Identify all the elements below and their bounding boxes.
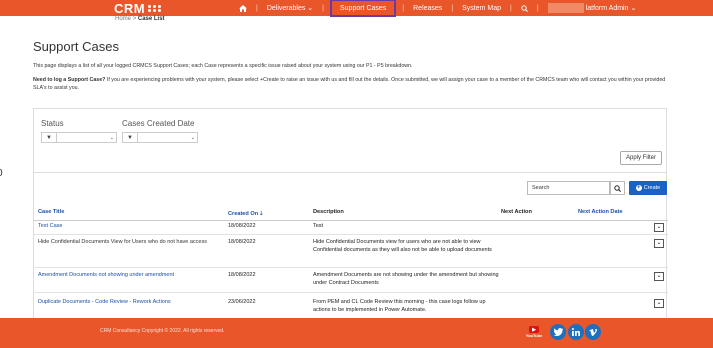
- home-icon[interactable]: [236, 0, 250, 16]
- nav-search-icon[interactable]: [518, 0, 531, 16]
- status-filter-select[interactable]: ▼ ⌄: [41, 132, 117, 143]
- col-description: Description: [313, 209, 344, 215]
- nav-releases[interactable]: Releases: [410, 0, 445, 16]
- user-menu[interactable]: latform Admin ⌄: [545, 0, 640, 16]
- search-button[interactable]: [610, 181, 625, 195]
- col-next-action-date[interactable]: Next Action Date: [578, 209, 623, 215]
- col-created-on[interactable]: Created On 🡓: [228, 209, 263, 219]
- logo-dots-icon: [148, 4, 162, 12]
- table-header: Case Title Created On 🡓 Description Next…: [34, 207, 668, 221]
- date-filter-label: Cases Created Date: [122, 119, 195, 128]
- footer: CRM Consultancy Copyright © 2022. All ri…: [0, 318, 713, 348]
- twitter-icon[interactable]: [550, 324, 566, 340]
- case-title-link[interactable]: Hide Confidential Documents View for Use…: [38, 239, 218, 247]
- case-description: Hide Confidential Documents view for use…: [313, 239, 492, 253]
- page-instructions: Need to log a Support Case? If you are e…: [33, 77, 673, 92]
- case-created-date: 18/08/2022: [228, 223, 256, 229]
- breadcrumb-separator: >: [132, 16, 137, 22]
- create-label: Create: [643, 185, 661, 191]
- table-row: Hide Confidential Documents View for Use…: [34, 235, 668, 268]
- nav-separator: |: [322, 4, 324, 12]
- case-title-link[interactable]: Amendment Documents not showing under am…: [38, 272, 218, 280]
- sort-down-arrow-icon: 🡓: [259, 211, 263, 217]
- date-filter-select[interactable]: ▼ ⌄: [122, 132, 198, 143]
- search-input[interactable]: Search: [527, 181, 610, 195]
- main-nav: | Deliverables ⌄ | Support Cases | Relea…: [236, 0, 640, 17]
- user-avatar-redacted: [547, 3, 584, 13]
- expand-row-button[interactable]: ⌄: [654, 223, 664, 232]
- page-intro: This page displays a list of all your lo…: [33, 63, 413, 69]
- col-created-on-label: Created On: [228, 211, 259, 217]
- instructions-text: If you are experiencing problems with yo…: [33, 77, 666, 91]
- filter-panel: Status ▼ ⌄ Cases Created Date ▼ ⌄ Apply …: [33, 108, 667, 173]
- nav-deliverables[interactable]: Deliverables ⌄: [264, 0, 316, 16]
- filter-funnel-icon: ▼: [123, 133, 138, 142]
- left-edge-text: 0: [0, 168, 3, 179]
- chevron-down-icon: ⌄: [109, 134, 114, 141]
- table-row: Amendment Documents not showing under am…: [34, 268, 668, 293]
- youtube-icon[interactable]: ▶ YouTube: [524, 326, 544, 340]
- nav-system-map[interactable]: System Map: [459, 0, 504, 16]
- breadcrumb: Home > Case List: [115, 16, 165, 22]
- filter-funnel-icon: ▼: [42, 133, 57, 142]
- chevron-down-icon: ⌄: [190, 134, 195, 141]
- case-created-date: 18/08/2022: [228, 272, 256, 278]
- plus-icon: +: [635, 185, 642, 191]
- case-title-link[interactable]: Duplicate Documents - Code Review - Rewo…: [38, 299, 218, 307]
- page-title: Support Cases: [33, 39, 119, 54]
- user-menu-label: latform Admin ⌄: [585, 5, 637, 12]
- nav-separator: |: [536, 4, 539, 12]
- col-next-action: Next Action: [501, 209, 532, 215]
- case-created-date: 23/06/2022: [228, 299, 256, 305]
- apply-filter-button[interactable]: Apply Filter: [620, 151, 662, 165]
- instructions-heading: Need to log a Support Case?: [33, 77, 106, 83]
- case-title-link[interactable]: Test Case: [38, 223, 218, 231]
- nav-separator: |: [402, 4, 405, 12]
- breadcrumb-home[interactable]: Home: [115, 16, 131, 22]
- status-filter-label: Status: [41, 119, 64, 128]
- top-nav-bar: CRM | Deliverables ⌄ | Support Cases | R…: [0, 0, 713, 17]
- table-row: Test Case 18/08/2022 Test ⌄: [34, 220, 668, 235]
- expand-row-button[interactable]: ⌄: [654, 239, 664, 248]
- logo-text: CRM: [114, 0, 146, 16]
- table-row: Duplicate Documents - Code Review - Rewo…: [34, 293, 668, 318]
- nav-separator: |: [256, 4, 258, 12]
- expand-row-button[interactable]: ⌄: [654, 272, 664, 281]
- nav-separator: |: [510, 4, 512, 12]
- case-grid: Search + Create Case Title Created On 🡓 …: [33, 173, 668, 318]
- footer-copyright: CRM Consultancy Copyright © 2022. All ri…: [100, 328, 225, 334]
- youtube-label: YouTube: [525, 333, 543, 338]
- case-description: From PEM and CL Code Review this morning…: [313, 299, 486, 313]
- col-case-title[interactable]: Case Title: [38, 209, 64, 215]
- breadcrumb-current: Case List: [137, 16, 165, 22]
- create-button[interactable]: + Create: [629, 181, 667, 195]
- vimeo-icon[interactable]: [585, 324, 601, 340]
- case-description: Amendment Documents are not showing unde…: [313, 272, 499, 286]
- search-icon: [614, 184, 621, 192]
- nav-separator: |: [451, 4, 454, 12]
- linkedin-icon[interactable]: [568, 324, 584, 340]
- crmcs-logo[interactable]: CRM: [114, 0, 162, 16]
- nav-support-cases[interactable]: Support Cases: [329, 0, 397, 17]
- case-description: Test: [313, 223, 324, 229]
- case-created-date: 18/08/2022: [228, 239, 256, 245]
- youtube-play-icon: ▶: [529, 326, 539, 333]
- expand-row-button[interactable]: ⌄: [654, 299, 664, 308]
